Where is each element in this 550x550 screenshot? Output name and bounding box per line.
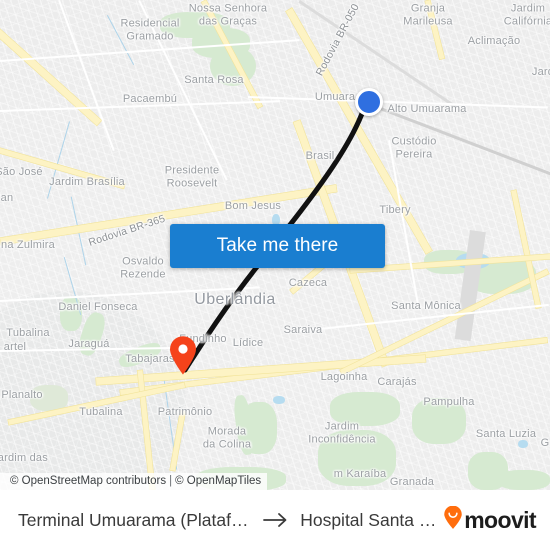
- footer-origin-name: Terminal Umuarama (Platafor...: [18, 509, 253, 530]
- map-canvas[interactable]: Nossa Senhora das Graças Granja Marileusa…: [0, 0, 550, 490]
- take-me-there-button[interactable]: Take me there: [170, 224, 385, 268]
- take-me-there-label: Take me there: [216, 235, 339, 256]
- osm-attribution-link[interactable]: © OpenStreetMap contributors: [10, 475, 166, 487]
- footer-route-summary: Terminal Umuarama (Platafor... Hospital …: [0, 510, 443, 531]
- openmaptiles-attribution-link[interactable]: © OpenMapTiles: [175, 475, 261, 487]
- footer-destination-name: Hospital Santa M...: [300, 509, 444, 530]
- arrow-right-icon: [263, 512, 289, 528]
- map-attribution: © OpenStreetMap contributors | © OpenMapTi…: [0, 473, 268, 490]
- moovit-logo[interactable]: moovit: [443, 505, 550, 535]
- moovit-route-map-page: Nossa Senhora das Graças Granja Marileusa…: [0, 0, 550, 550]
- attribution-separator: |: [169, 475, 173, 487]
- destination-pin[interactable]: [168, 335, 198, 375]
- origin-marker[interactable]: [355, 88, 383, 116]
- moovit-pin-icon: [443, 505, 463, 535]
- moovit-wordmark: moovit: [464, 506, 536, 533]
- route-footer-bar: Terminal Umuarama (Platafor... Hospital …: [0, 490, 550, 550]
